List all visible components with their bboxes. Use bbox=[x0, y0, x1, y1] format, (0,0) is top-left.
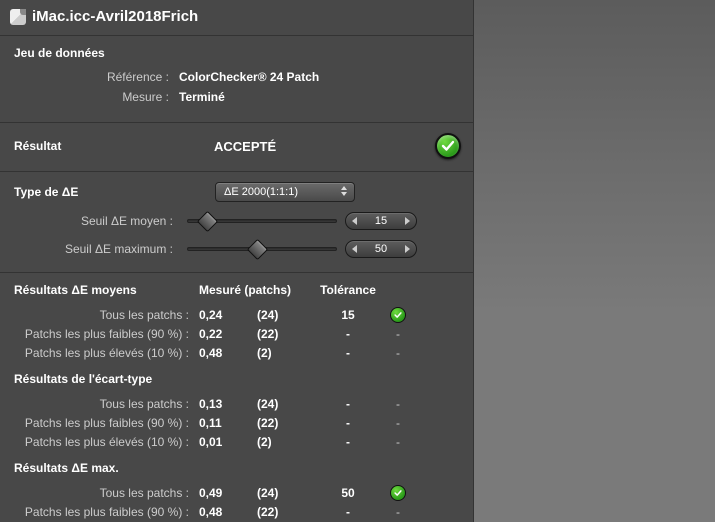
deltae-type-label: Type de ΔE bbox=[14, 185, 179, 199]
chevron-updown-icon bbox=[341, 186, 347, 196]
row-patches: (24) bbox=[257, 486, 313, 500]
reference-value: ColorChecker® 24 Patch bbox=[179, 70, 319, 84]
row-measured: 0,49 bbox=[199, 486, 257, 500]
dataset-section: Jeu de données Référence : ColorChecker®… bbox=[0, 36, 473, 123]
row-status: - bbox=[383, 327, 413, 341]
row-label: Patchs les plus élevés (10 %) : bbox=[14, 346, 199, 360]
row-tolerance: - bbox=[313, 327, 383, 341]
dataset-heading: Jeu de données bbox=[14, 46, 461, 60]
deltae-controls: Type de ΔE ΔE 2000(1:1:1) Seuil ΔE moyen… bbox=[0, 172, 473, 273]
deltae-type-select[interactable]: ΔE 2000(1:1:1) bbox=[215, 182, 355, 202]
row-patches: (24) bbox=[257, 397, 313, 411]
measure-value: Terminé bbox=[179, 90, 225, 104]
row-patches: (22) bbox=[257, 327, 313, 341]
max-threshold-stepper[interactable]: 50 bbox=[345, 240, 417, 258]
table-row: Patchs les plus faibles (90 %) :0,22(22)… bbox=[14, 324, 461, 343]
max-threshold-slider[interactable] bbox=[187, 247, 337, 251]
row-tolerance: 15 bbox=[313, 308, 383, 322]
table-row: Patchs les plus élevés (10 %) :0,01(2)-- bbox=[14, 432, 461, 451]
row-status: - bbox=[383, 435, 413, 449]
window-title: iMac.icc-Avril2018Frich bbox=[32, 8, 198, 25]
row-status bbox=[383, 307, 413, 323]
group-title: Résultats de l'écart-type bbox=[14, 372, 461, 386]
row-label: Patchs les plus faibles (90 %) : bbox=[14, 416, 199, 430]
chevron-right-icon[interactable] bbox=[405, 217, 410, 225]
preview-panel bbox=[473, 0, 715, 522]
row-tolerance: - bbox=[313, 435, 383, 449]
row-patches: (22) bbox=[257, 505, 313, 519]
row-tolerance: - bbox=[313, 397, 383, 411]
mean-threshold-stepper[interactable]: 15 bbox=[345, 212, 417, 230]
row-label: Patchs les plus faibles (90 %) : bbox=[14, 505, 199, 519]
row-measured: 0,11 bbox=[199, 416, 257, 430]
max-threshold-label: Seuil ΔE maximum : bbox=[14, 242, 179, 256]
results-table: Résultats ΔE moyensMesuré (patchs)Toléra… bbox=[0, 273, 473, 521]
row-status bbox=[383, 485, 413, 501]
row-patches: (22) bbox=[257, 416, 313, 430]
row-label: Tous les patchs : bbox=[14, 486, 199, 500]
document-icon bbox=[10, 9, 26, 25]
title-bar: iMac.icc-Avril2018Frich bbox=[0, 0, 473, 36]
row-label: Tous les patchs : bbox=[14, 397, 199, 411]
chevron-right-icon[interactable] bbox=[405, 245, 410, 253]
row-tolerance: - bbox=[313, 346, 383, 360]
group-title: Résultats ΔE max. bbox=[14, 461, 461, 475]
row-tolerance: - bbox=[313, 505, 383, 519]
row-label: Patchs les plus élevés (10 %) : bbox=[14, 435, 199, 449]
row-patches: (2) bbox=[257, 435, 313, 449]
row-measured: 0,22 bbox=[199, 327, 257, 341]
chevron-left-icon[interactable] bbox=[352, 245, 357, 253]
slider-thumb[interactable] bbox=[247, 239, 268, 260]
table-row: Patchs les plus faibles (90 %) :0,11(22)… bbox=[14, 413, 461, 432]
row-measured: 0,01 bbox=[199, 435, 257, 449]
deltae-type-value: ΔE 2000(1:1:1) bbox=[224, 186, 298, 198]
measure-row: Mesure : Terminé bbox=[14, 90, 461, 104]
left-panel: iMac.icc-Avril2018Frich Jeu de données R… bbox=[0, 0, 473, 522]
row-measured: 0,48 bbox=[199, 346, 257, 360]
row-status: - bbox=[383, 505, 413, 519]
check-icon bbox=[435, 133, 461, 159]
reference-row: Référence : ColorChecker® 24 Patch bbox=[14, 70, 461, 84]
check-icon bbox=[390, 485, 406, 501]
chevron-left-icon[interactable] bbox=[352, 217, 357, 225]
result-section: Résultat ACCEPTÉ bbox=[0, 123, 473, 172]
check-icon bbox=[390, 307, 406, 323]
row-measured: 0,48 bbox=[199, 505, 257, 519]
result-value: ACCEPTÉ bbox=[214, 139, 435, 154]
table-row: Patchs les plus élevés (10 %) :0,48(2)-- bbox=[14, 343, 461, 362]
table-header: Résultats ΔE moyensMesuré (patchs)Toléra… bbox=[14, 283, 461, 297]
slider-thumb[interactable] bbox=[197, 211, 218, 232]
mean-threshold-label: Seuil ΔE moyen : bbox=[14, 214, 179, 228]
row-label: Patchs les plus faibles (90 %) : bbox=[14, 327, 199, 341]
row-patches: (24) bbox=[257, 308, 313, 322]
mean-threshold-value: 15 bbox=[375, 215, 387, 227]
table-row: Patchs les plus faibles (90 %) :0,48(22)… bbox=[14, 502, 461, 521]
table-row: Tous les patchs :0,24(24)15 bbox=[14, 305, 461, 324]
max-threshold-value: 50 bbox=[375, 243, 387, 255]
row-status: - bbox=[383, 397, 413, 411]
row-status: - bbox=[383, 346, 413, 360]
result-label: Résultat bbox=[14, 139, 214, 153]
table-row: Tous les patchs :0,49(24)50 bbox=[14, 483, 461, 502]
measure-label: Mesure : bbox=[14, 90, 179, 104]
row-status: - bbox=[383, 416, 413, 430]
row-tolerance: - bbox=[313, 416, 383, 430]
row-tolerance: 50 bbox=[313, 486, 383, 500]
reference-label: Référence : bbox=[14, 70, 179, 84]
table-row: Tous les patchs :0,13(24)-- bbox=[14, 394, 461, 413]
row-patches: (2) bbox=[257, 346, 313, 360]
row-measured: 0,24 bbox=[199, 308, 257, 322]
row-measured: 0,13 bbox=[199, 397, 257, 411]
mean-threshold-slider[interactable] bbox=[187, 219, 337, 223]
row-label: Tous les patchs : bbox=[14, 308, 199, 322]
